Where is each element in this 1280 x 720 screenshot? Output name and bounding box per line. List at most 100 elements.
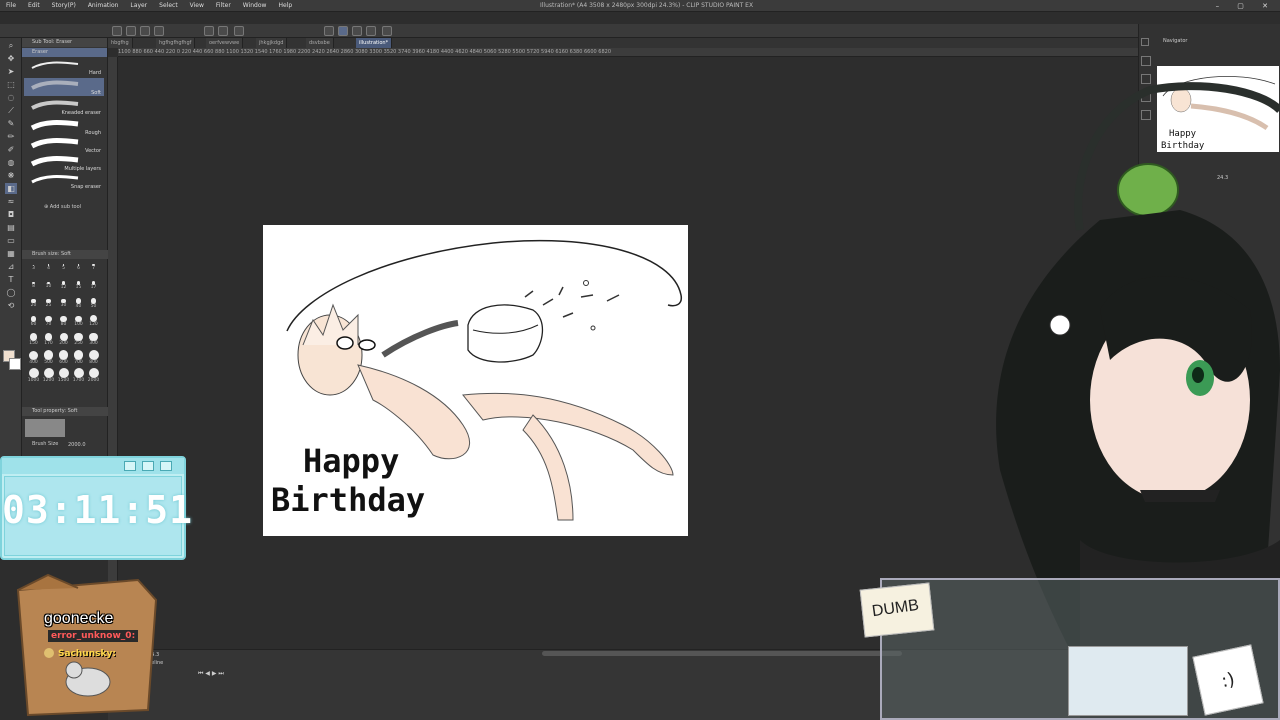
- menu-animation[interactable]: Animation: [82, 0, 125, 12]
- brush-size-option[interactable]: 5: [56, 260, 71, 275]
- zoom-icon[interactable]: ⌕: [5, 40, 17, 51]
- brush-size-option[interactable]: 300: [86, 332, 101, 347]
- brush-size-option[interactable]: 50: [86, 296, 101, 311]
- eraser-icon[interactable]: ◧: [5, 183, 17, 194]
- menu-filter[interactable]: Filter: [210, 0, 237, 12]
- correct-line-icon[interactable]: ⟲: [5, 300, 17, 311]
- menu-layer[interactable]: Layer: [124, 0, 153, 12]
- brush-size-option[interactable]: 2000: [86, 368, 101, 383]
- menu-window[interactable]: Window: [237, 0, 273, 12]
- add-subtool-button[interactable]: ⊕ Add sub tool: [44, 204, 81, 210]
- move-icon[interactable]: ✥: [5, 53, 17, 64]
- subtool-hard[interactable]: Hard: [24, 58, 104, 76]
- undo-icon[interactable]: [204, 26, 214, 36]
- brush-size-option[interactable]: 70: [41, 314, 56, 329]
- tab-illustration[interactable]: illustration*: [356, 38, 393, 48]
- sub-color-swatch[interactable]: [9, 358, 21, 370]
- brush-size-option[interactable]: 3: [26, 260, 41, 275]
- balloon-icon[interactable]: ◯: [5, 287, 17, 298]
- brush-size-option[interactable]: 1200: [41, 368, 56, 383]
- brush-size-option[interactable]: 6: [71, 260, 86, 275]
- tab-hgfhgf[interactable]: hgfhgfhgfhgf: [156, 38, 196, 48]
- subtool-soft[interactable]: Soft: [24, 78, 104, 96]
- pencil-icon[interactable]: ✏: [5, 131, 17, 142]
- tab-hbgfhg[interactable]: hbgfhg: [108, 38, 133, 48]
- horizontal-scrollbar[interactable]: [542, 651, 902, 656]
- window-controls[interactable]: – ▢ ✕: [1216, 0, 1276, 12]
- brush-size-option[interactable]: 1000: [26, 368, 41, 383]
- material-icon[interactable]: [1141, 56, 1151, 66]
- brush-size-option[interactable]: 120: [86, 314, 101, 329]
- brush-size-option[interactable]: 17: [86, 278, 101, 293]
- subtool-group-eraser[interactable]: Eraser: [22, 48, 107, 57]
- close-icon[interactable]: [160, 461, 172, 471]
- brush-size-option[interactable]: 400: [26, 350, 41, 365]
- brush-size-option[interactable]: 170: [41, 332, 56, 347]
- subtool-multiple-layers[interactable]: Multiple layers: [24, 154, 104, 172]
- brush-size-option[interactable]: 80: [56, 314, 71, 329]
- eyedropper-icon[interactable]: ⟋: [5, 105, 17, 116]
- brush-size-option[interactable]: 40: [71, 296, 86, 311]
- figure-icon[interactable]: ▭: [5, 235, 17, 246]
- transform-icon[interactable]: [324, 26, 334, 36]
- ruler-icon[interactable]: [366, 26, 376, 36]
- menu-help[interactable]: Help: [272, 0, 298, 12]
- minimize-icon[interactable]: [124, 461, 136, 471]
- settings-icon[interactable]: [382, 26, 392, 36]
- brush-size-option[interactable]: 10: [41, 278, 56, 293]
- gradient-icon[interactable]: ▤: [5, 222, 17, 233]
- brush-size-option[interactable]: 25: [41, 296, 56, 311]
- snap-icon[interactable]: [352, 26, 362, 36]
- brush-size-option[interactable]: 1700: [71, 368, 86, 383]
- tab-oerfvewvwe[interactable]: oerfvewvwe: [206, 38, 244, 48]
- ruler-tool-icon[interactable]: ⊿: [5, 261, 17, 272]
- menu-edit[interactable]: Edit: [22, 0, 46, 12]
- brush-size-option[interactable]: 600: [56, 350, 71, 365]
- subtool-rough[interactable]: Rough: [24, 118, 104, 136]
- brush-size-option[interactable]: 20: [26, 296, 41, 311]
- airbrush-icon[interactable]: ◍: [5, 157, 17, 168]
- subtool-snap-eraser[interactable]: Snap eraser: [24, 172, 104, 190]
- brush-size-option[interactable]: 7: [86, 260, 101, 275]
- new-file-icon[interactable]: [126, 26, 136, 36]
- blend-icon[interactable]: ≈: [5, 196, 17, 207]
- drawing-canvas[interactable]: Happy Birthday: [263, 225, 688, 536]
- redo-icon[interactable]: [218, 26, 228, 36]
- brush-size-option[interactable]: 800: [86, 350, 101, 365]
- operation-icon[interactable]: ➤: [5, 66, 17, 77]
- playback-controls[interactable]: ⏮ ◀ ▶ ⏭: [198, 670, 224, 678]
- panel-collapse-icon[interactable]: [1141, 38, 1149, 46]
- brush-icon[interactable]: ✐: [5, 144, 17, 155]
- menu-select[interactable]: Select: [153, 0, 184, 12]
- frame-icon[interactable]: ▦: [5, 248, 17, 259]
- brush-size-option[interactable]: 12: [56, 278, 71, 293]
- subtool-vector[interactable]: Vector: [24, 136, 104, 154]
- tab-dsvbsbe[interactable]: dsvbsbe: [306, 38, 334, 48]
- save-icon[interactable]: [154, 26, 164, 36]
- selection-icon[interactable]: ⬚: [5, 79, 17, 90]
- menu-story[interactable]: Story(P): [46, 0, 82, 12]
- menu-view[interactable]: View: [184, 0, 210, 12]
- menu-icon[interactable]: [112, 26, 122, 36]
- open-icon[interactable]: [140, 26, 150, 36]
- brush-size-option[interactable]: 15: [71, 278, 86, 293]
- brush-size-option[interactable]: 100: [71, 314, 86, 329]
- menu-file[interactable]: File: [0, 0, 22, 12]
- brush-size-option[interactable]: 1500: [56, 368, 71, 383]
- pen-icon[interactable]: [338, 26, 348, 36]
- brush-size-option[interactable]: 700: [71, 350, 86, 365]
- brush-size-option[interactable]: 250: [71, 332, 86, 347]
- brush-size-option[interactable]: 60: [26, 314, 41, 329]
- decoration-icon[interactable]: ❋: [5, 170, 17, 181]
- subtool-kneaded-eraser[interactable]: Kneaded eraser: [24, 98, 104, 116]
- brush-size-value[interactable]: 2000.0: [68, 442, 86, 448]
- brush-size-option[interactable]: 200: [56, 332, 71, 347]
- maximize-icon[interactable]: [142, 461, 154, 471]
- clear-icon[interactable]: [234, 26, 244, 36]
- brush-size-option[interactable]: 4: [41, 260, 56, 275]
- brush-size-option[interactable]: 30: [56, 296, 71, 311]
- tab-jhkgjkdgd[interactable]: jhkgjkdgd: [256, 38, 288, 48]
- brush-size-option[interactable]: 150: [26, 332, 41, 347]
- fill-icon[interactable]: ◘: [5, 209, 17, 220]
- brush-size-option[interactable]: 8: [26, 278, 41, 293]
